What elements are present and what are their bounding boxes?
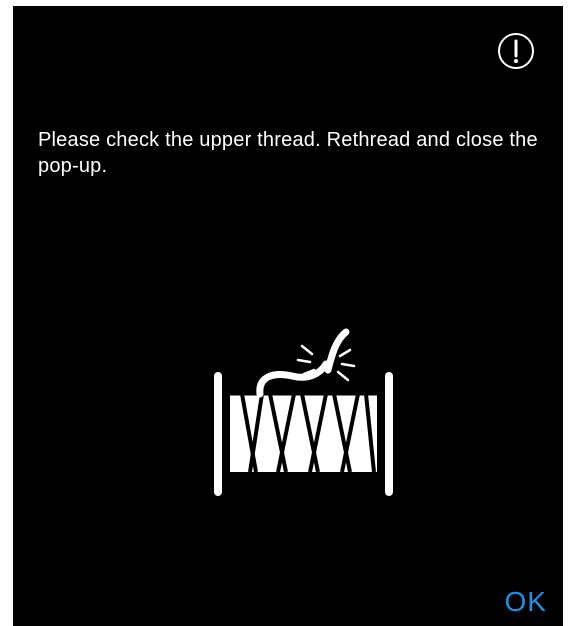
broken-thread-spool-icon	[214, 328, 393, 496]
thread-warning-dialog: Please check the upper thread. Rethread …	[13, 6, 563, 626]
exclamation-circle-icon	[498, 33, 534, 69]
dialog-message: Please check the upper thread. Rethread …	[38, 129, 538, 177]
ok-button[interactable]: OK	[505, 586, 547, 618]
